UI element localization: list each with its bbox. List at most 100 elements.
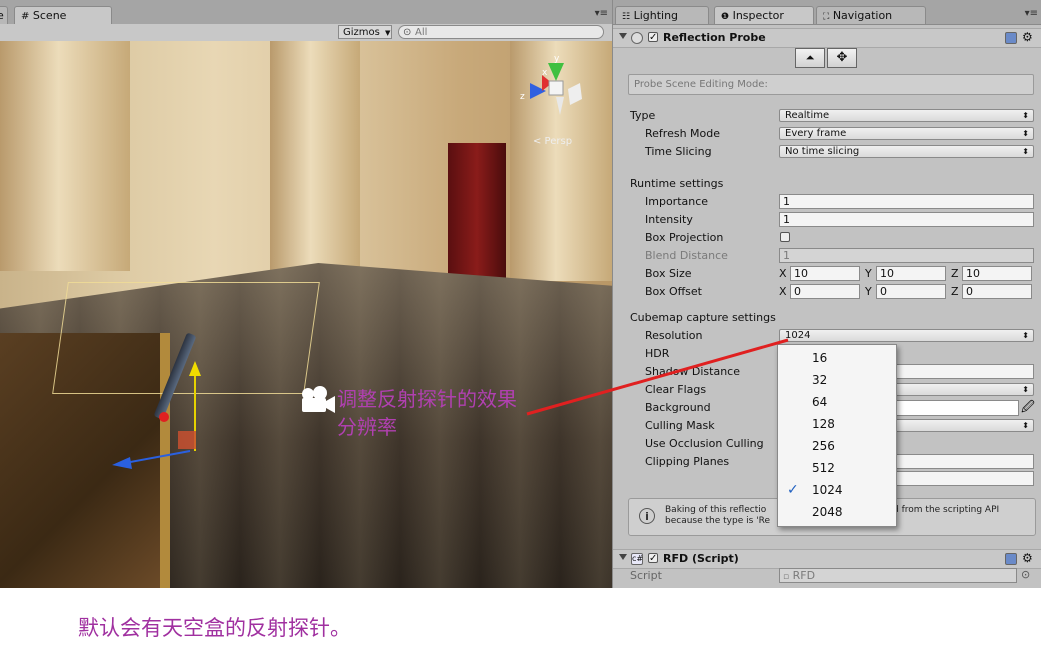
scene-toolbar: Gizmos ▼ ⊙ All (0, 24, 612, 42)
orientation-gizmo[interactable]: y x z (512, 53, 594, 125)
resolution-label: Resolution (645, 329, 703, 342)
scene-search-input[interactable]: ⊙ All (398, 25, 604, 39)
camera-icon (302, 386, 335, 413)
help-book-icon[interactable] (1005, 553, 1017, 565)
box-size-y-label: Y (865, 267, 872, 280)
tab-inspector[interactable]: ❶ Inspector (714, 6, 814, 24)
culling-mask-label: Culling Mask (645, 419, 715, 432)
persp-label[interactable]: < Persp (533, 136, 572, 147)
resolution-option-selected[interactable]: ✓ 1024 (778, 479, 894, 501)
time-slicing-dropdown[interactable]: No time slicing ⬍ (779, 145, 1034, 158)
script-enabled-checkbox[interactable] (648, 553, 658, 563)
resolution-option[interactable]: 2048 (778, 501, 894, 523)
box-size-label: Box Size (645, 267, 692, 280)
box-offset-y-label: Y (865, 285, 872, 298)
box-offset-label: Box Offset (645, 285, 702, 298)
tab-navigation[interactable]: ⛶ Navigation (816, 6, 926, 24)
resolution-option[interactable]: 64 (778, 391, 894, 413)
tab-inspector-label: Inspector (732, 9, 784, 22)
move-gizmo[interactable] (100, 351, 210, 471)
inspector-menu-icon[interactable]: ▾≡ (1025, 8, 1038, 19)
blend-distance-field[interactable]: 1 (779, 248, 1034, 263)
time-slicing-value: No time slicing (785, 146, 860, 157)
gear-icon[interactable]: ⚙ (1022, 551, 1033, 565)
resolution-option[interactable]: 16 (778, 347, 894, 369)
dropdown-arrow-icon: ⬍ (1022, 331, 1029, 340)
time-slicing-label: Time Slicing (645, 145, 712, 158)
resolution-option[interactable]: 32 (778, 369, 894, 391)
object-picker-icon[interactable]: ⊙ (1021, 568, 1030, 581)
resolution-option[interactable]: 128 (778, 413, 894, 435)
reflection-probe-header[interactable]: Reflection Probe ⚙ (613, 28, 1041, 48)
box-size-z-label: Z (951, 267, 959, 280)
foldout-arrow-icon[interactable] (619, 33, 627, 39)
scene-viewport[interactable]: y x z < Persp 调整反射探针的效果 分辨率 (0, 41, 612, 588)
box-projection-checkbox[interactable] (780, 232, 790, 242)
reflection-probe-enabled-checkbox[interactable] (648, 32, 658, 42)
box-size-z-field[interactable]: 10 (962, 266, 1032, 281)
eyedropper-icon[interactable]: 🖉 (1021, 398, 1035, 420)
y-axis-arrow[interactable] (189, 361, 201, 376)
search-icon: ⊙ (403, 27, 412, 38)
option-label: 512 (812, 461, 835, 475)
script-component-header[interactable]: c# RFD (Script) ⚙ (613, 549, 1041, 569)
box-offset-y-field[interactable]: 0 (876, 284, 946, 299)
caption-text: 默认会有天空盒的反射探针。 (78, 616, 351, 640)
info-icon: i (639, 508, 655, 524)
box-projection-label: Box Projection (645, 231, 724, 244)
x-axis-handle[interactable] (159, 412, 169, 422)
runtime-settings-label: Runtime settings (630, 177, 724, 190)
tab-scene[interactable]: # Scene (14, 6, 112, 24)
importance-field[interactable]: 1 (779, 194, 1034, 209)
gizmo-y-cone[interactable] (548, 63, 564, 81)
option-label: 2048 (812, 505, 843, 519)
box-size-y-field[interactable]: 10 (876, 266, 946, 281)
panel-menu-icon[interactable]: ▾≡ (595, 8, 608, 19)
gizmo-center-cube[interactable] (548, 80, 564, 96)
tab-previous[interactable]: e (0, 6, 8, 24)
intensity-field[interactable]: 1 (779, 212, 1034, 227)
refresh-mode-dropdown[interactable]: Every frame ⬍ (779, 127, 1034, 140)
script-file-icon: ▫ (783, 572, 790, 582)
box-offset-z-field[interactable]: 0 (962, 284, 1032, 299)
move-origin-button[interactable]: ✥ (827, 48, 857, 68)
probe-editing-mode-field: Probe Scene Editing Mode: (628, 74, 1034, 95)
type-dropdown[interactable]: Realtime ⬍ (779, 109, 1034, 122)
tab-lighting[interactable]: ☷ Lighting (615, 6, 709, 24)
inspector-tabbar: ☷ Lighting ❶ Inspector ⛶ Navigation ▾≡ (613, 0, 1041, 25)
checkmark-icon: ✓ (787, 482, 799, 498)
resolution-option[interactable]: 256 (778, 435, 894, 457)
box-size-x-field[interactable]: 10 (790, 266, 860, 281)
edit-bounds-icon: ⏶ (805, 51, 815, 64)
z-axis-arrow[interactable] (112, 457, 132, 469)
resolution-option[interactable]: 512 (778, 457, 894, 479)
gizmo-cone-right[interactable] (568, 83, 582, 105)
chevron-down-icon: ▼ (385, 29, 391, 37)
scene-tabbar: e # Scene ▾≡ (0, 0, 612, 25)
resolution-dropdown[interactable]: 1024 ⬍ (779, 329, 1034, 342)
script-component-title: RFD (Script) (663, 552, 739, 565)
resolution-popup-menu: 16 32 64 128 256 512 ✓ 1024 2048 (777, 344, 897, 527)
box-offset-x-field[interactable]: 0 (790, 284, 860, 299)
clear-flags-label: Clear Flags (645, 383, 707, 396)
gear-icon[interactable]: ⚙ (1022, 30, 1033, 44)
box-size-x-label: X (779, 267, 787, 280)
script-label: Script (630, 569, 662, 582)
dropdown-arrow-icon: ⬍ (1022, 129, 1029, 138)
gizmos-dropdown[interactable]: Gizmos ▼ (338, 25, 392, 39)
gizmo-plane-handle[interactable] (178, 431, 196, 449)
wall-column-center (270, 41, 360, 281)
gizmo-x-label: x (542, 68, 548, 78)
box-offset-x-label: X (779, 285, 787, 298)
refresh-mode-value: Every frame (785, 128, 847, 139)
gizmo-cone-down[interactable] (556, 97, 564, 115)
gizmo-y-label: y (554, 54, 560, 64)
help-book-icon[interactable] (1005, 32, 1017, 44)
navigation-icon: ⛶ (823, 12, 830, 22)
scene-grid-icon: # (21, 11, 30, 22)
info-icon: ❶ (721, 12, 730, 22)
gizmos-label: Gizmos (343, 27, 380, 38)
foldout-arrow-icon[interactable] (619, 554, 627, 560)
edit-bounds-button[interactable]: ⏶ (795, 48, 825, 68)
script-field[interactable]: ▫ RFD (779, 568, 1017, 583)
